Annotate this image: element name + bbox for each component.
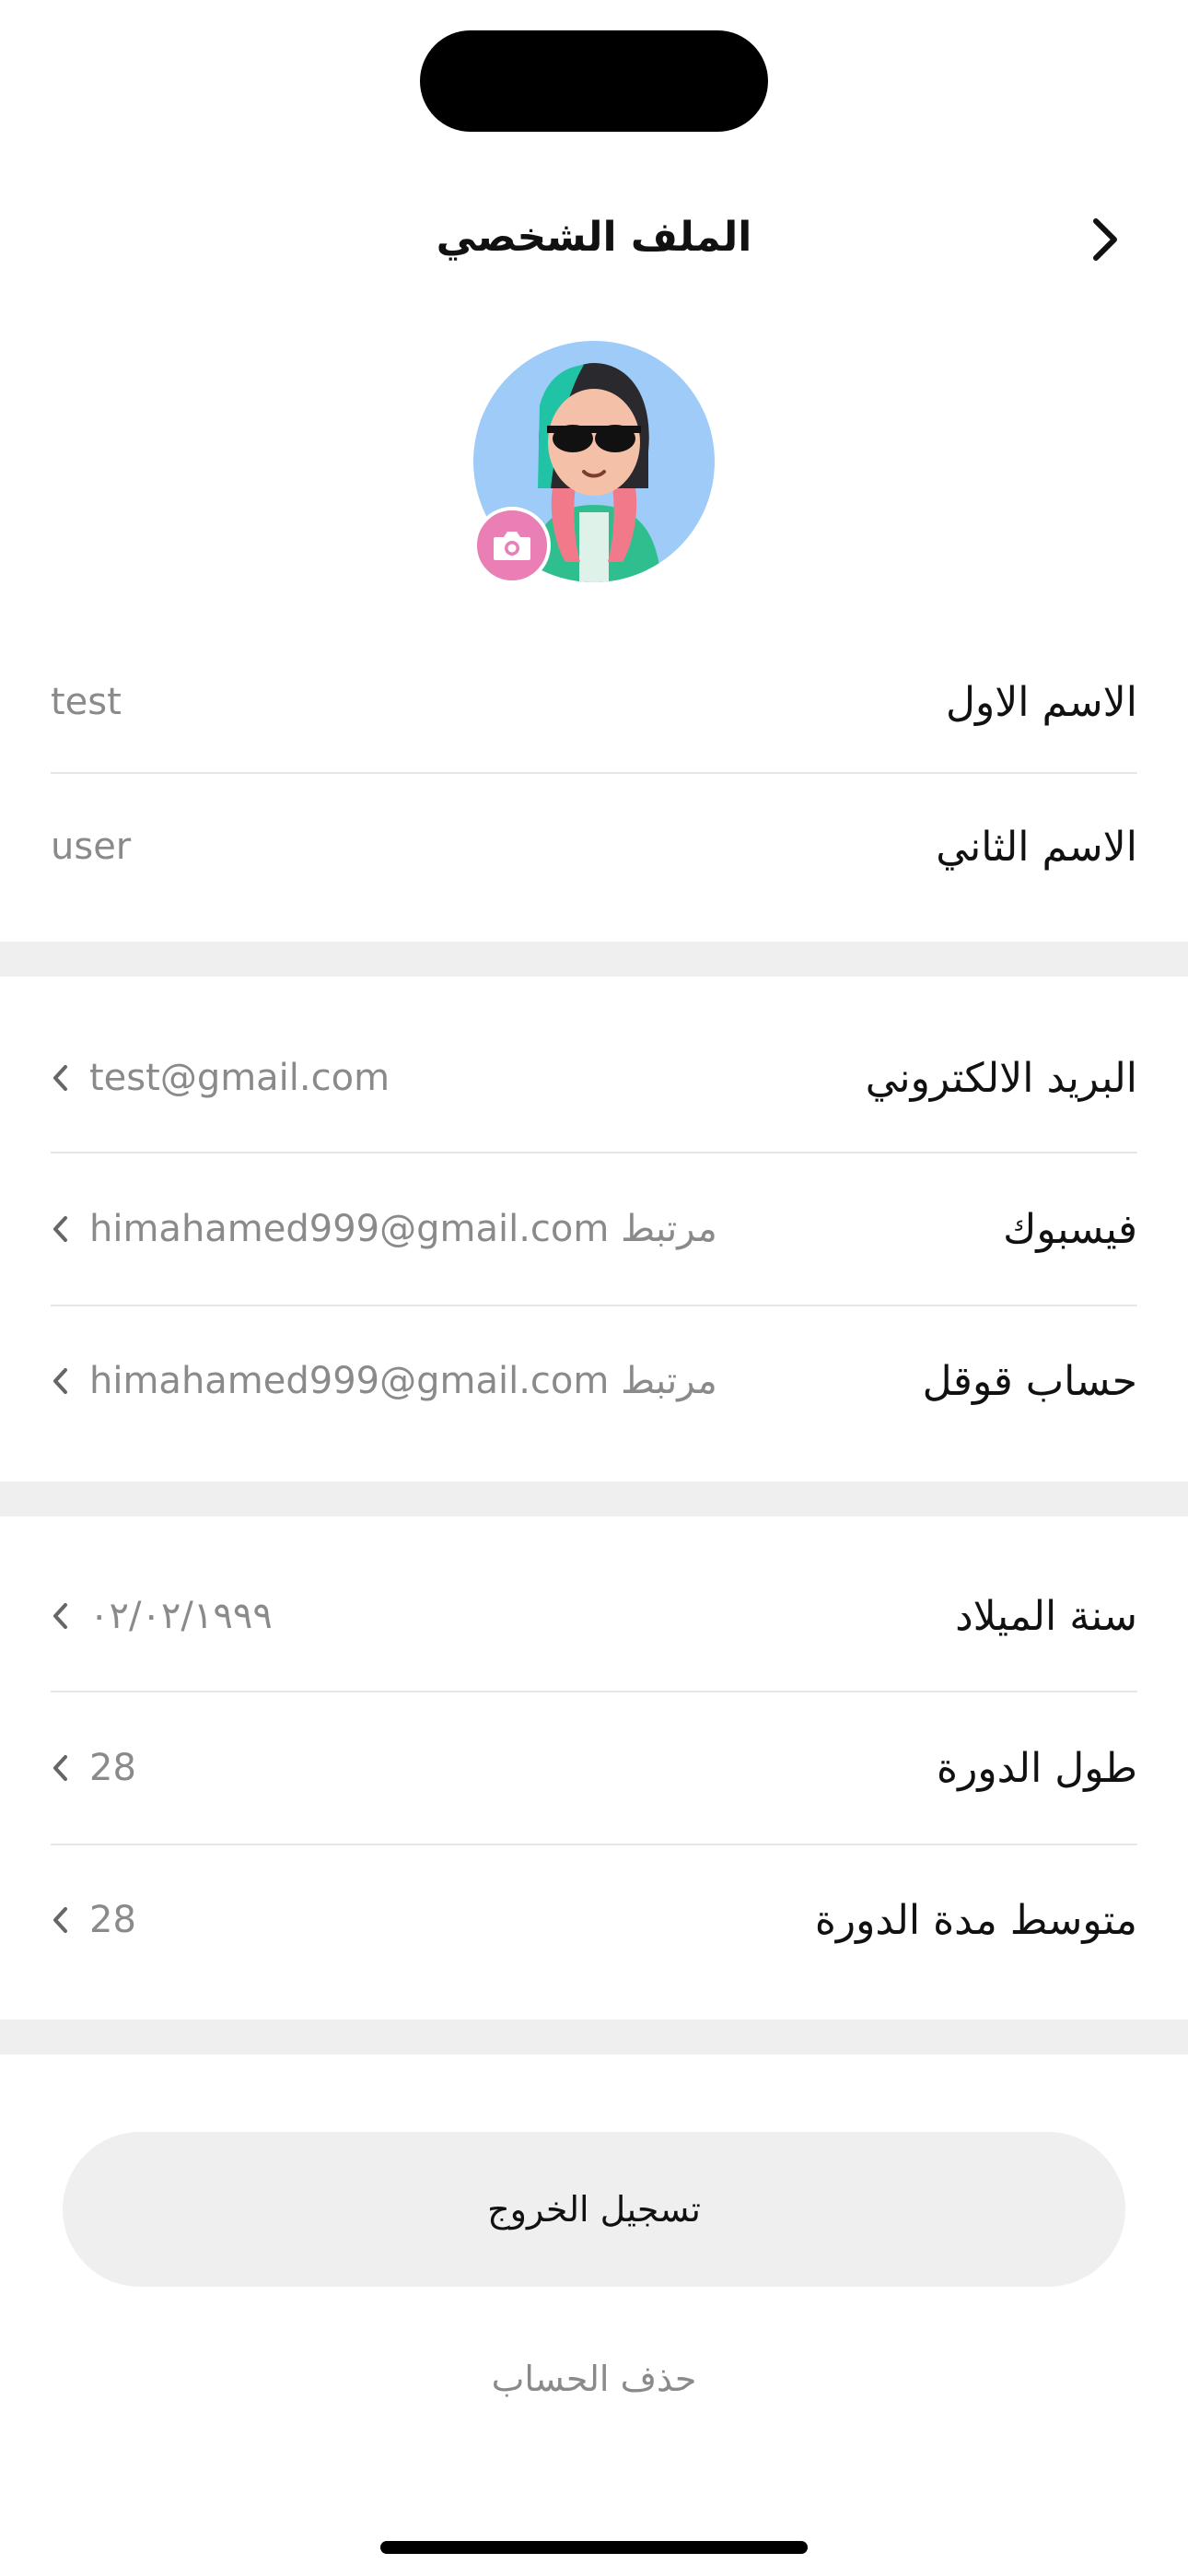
first-name-value: test <box>51 681 122 723</box>
last-name-value: user <box>51 825 132 868</box>
google-row[interactable]: حساب قوقل himahamed999@gmail.com مرتبط <box>51 1352 1137 1411</box>
avatar-container <box>473 341 715 584</box>
google-label: حساب قوقل <box>922 1357 1137 1405</box>
email-label: البريد الالكتروني <box>865 1054 1137 1102</box>
divider <box>51 772 1137 774</box>
change-photo-button[interactable] <box>473 507 551 584</box>
cycle-length-value: 28 <box>89 1747 136 1789</box>
birth-year-row[interactable]: سنة الميلاد ٠٢/٠٢/١٩٩٩ <box>51 1587 1137 1645</box>
last-name-row[interactable]: الاسم الثاني user <box>51 817 1137 876</box>
birth-year-label: سنة الميلاد <box>955 1592 1137 1640</box>
section-separator <box>0 942 1188 977</box>
chevron-left-icon <box>51 1902 78 1938</box>
avg-period-label: متوسط مدة الدورة <box>814 1896 1137 1944</box>
chevron-left-icon <box>51 1060 78 1096</box>
google-value: himahamed999@gmail.com مرتبط <box>89 1360 717 1402</box>
birth-year-value: ٠٢/٠٢/١٩٩٩ <box>89 1595 273 1637</box>
header: الملف الشخصي <box>0 193 1188 286</box>
divider <box>51 1305 1137 1306</box>
email-row[interactable]: البريد الالكتروني test@gmail.com <box>51 1048 1137 1107</box>
divider <box>51 1691 1137 1692</box>
chevron-left-icon <box>51 1750 78 1786</box>
cycle-length-row[interactable]: طول الدورة 28 <box>51 1739 1137 1797</box>
chevron-left-icon <box>51 1598 78 1634</box>
facebook-label: فيسبوك <box>1003 1205 1137 1253</box>
delete-account-link[interactable]: حذف الحساب <box>0 2359 1188 2399</box>
section-separator <box>0 2020 1188 2055</box>
dynamic-island <box>420 30 768 132</box>
page-title: الملف الشخصي <box>436 214 752 261</box>
home-indicator <box>380 2541 808 2554</box>
logout-button[interactable]: تسجيل الخروج <box>63 2132 1125 2287</box>
cycle-length-label: طول الدورة <box>937 1744 1137 1792</box>
back-button[interactable] <box>1076 210 1135 269</box>
facebook-row[interactable]: فيسبوك himahamed999@gmail.com مرتبط <box>51 1200 1137 1259</box>
chevron-left-icon <box>51 1211 78 1247</box>
chevron-right-icon <box>1093 218 1117 261</box>
first-name-label: الاسم الاول <box>946 678 1137 726</box>
chevron-left-icon <box>51 1363 78 1399</box>
email-value: test@gmail.com <box>89 1057 390 1099</box>
camera-icon <box>494 532 530 560</box>
avg-period-row[interactable]: متوسط مدة الدورة 28 <box>51 1891 1137 1950</box>
divider <box>51 1152 1137 1153</box>
facebook-value: himahamed999@gmail.com مرتبط <box>89 1208 717 1250</box>
section-separator <box>0 1481 1188 1516</box>
divider <box>51 1844 1137 1845</box>
first-name-row[interactable]: الاسم الاول test <box>51 673 1137 732</box>
avg-period-value: 28 <box>89 1899 136 1941</box>
last-name-label: الاسم الثاني <box>936 823 1137 871</box>
